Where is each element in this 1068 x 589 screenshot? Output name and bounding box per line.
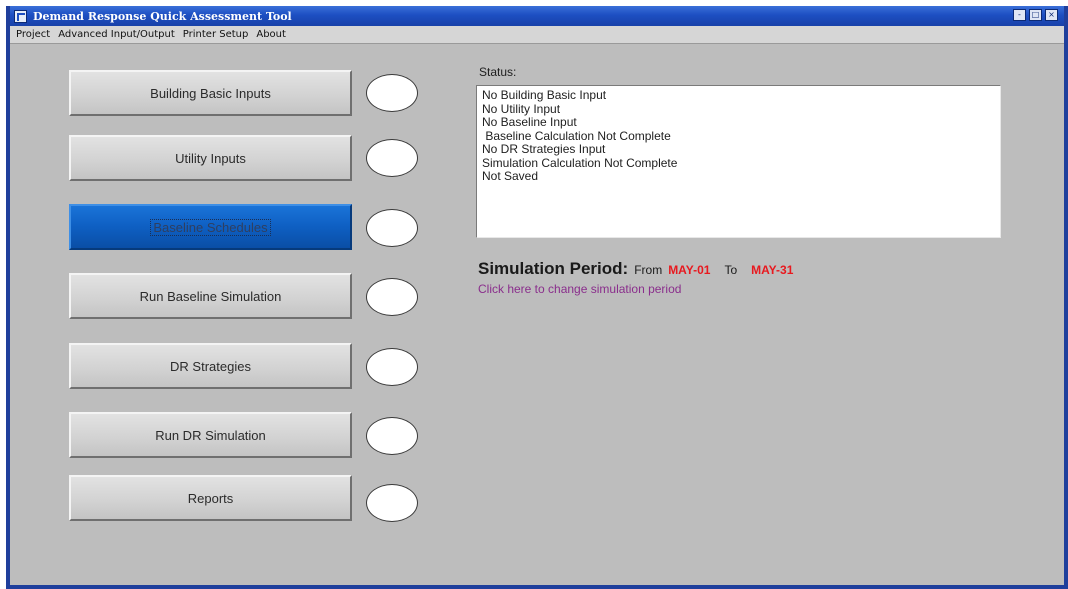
run-dr-simulation-label: Run DR Simulation — [155, 427, 266, 443]
main-window: Demand Response Quick Assessment Tool - … — [6, 6, 1068, 589]
baseline-schedules-status-indicator — [366, 209, 418, 247]
building-basic-inputs-label: Building Basic Inputs — [150, 85, 271, 101]
menu-printer-setup[interactable]: Printer Setup — [183, 29, 249, 40]
window-title: Demand Response Quick Assessment Tool — [33, 9, 292, 23]
menu-advanced-input-output[interactable]: Advanced Input/Output — [58, 29, 175, 40]
status-label: Status: — [479, 65, 517, 79]
run-dr-simulation-status-indicator — [366, 417, 418, 455]
simulation-from-date: MAY-01 — [668, 263, 711, 277]
status-line: Simulation Calculation Not Complete — [482, 155, 678, 170]
dr-strategies-status-indicator — [366, 348, 418, 386]
minimize-button[interactable]: - — [1013, 9, 1026, 21]
status-list[interactable]: No Building Basic Input No Utility Input… — [476, 85, 1001, 238]
run-baseline-simulation-status-indicator — [366, 278, 418, 316]
run-dr-simulation-button[interactable]: Run DR Simulation — [69, 412, 352, 458]
maximize-button[interactable]: □ — [1029, 9, 1042, 21]
status-line: No Utility Input — [482, 101, 561, 116]
window-controls: - □ × — [1013, 9, 1058, 21]
menu-about[interactable]: About — [256, 29, 286, 40]
simulation-from-label: From — [634, 263, 663, 277]
simulation-to-label: To — [724, 263, 738, 277]
utility-inputs-button[interactable]: Utility Inputs — [69, 135, 352, 181]
run-baseline-simulation-label: Run Baseline Simulation — [139, 288, 282, 304]
building-basic-inputs-status-indicator — [366, 74, 418, 112]
status-line: No DR Strategies Input — [482, 142, 606, 156]
dr-strategies-button[interactable]: DR Strategies — [69, 343, 352, 389]
reports-label: Reports — [187, 490, 234, 506]
simulation-period: Simulation Period: From MAY-01 To MAY-31 — [478, 259, 793, 279]
close-button[interactable]: × — [1045, 9, 1058, 21]
change-simulation-period-link[interactable]: Click here to change simulation period — [478, 282, 681, 296]
run-baseline-simulation-button[interactable]: Run Baseline Simulation — [69, 273, 352, 319]
reports-button[interactable]: Reports — [69, 475, 352, 521]
menu-bar: Project Advanced Input/Output Printer Se… — [10, 26, 1064, 44]
baseline-schedules-label: Baseline Schedules — [150, 218, 271, 236]
app-icon[interactable] — [14, 9, 27, 23]
simulation-to-date: MAY-31 — [751, 263, 794, 277]
utility-inputs-status-indicator — [366, 139, 418, 177]
status-line: Baseline Calculation Not Complete — [482, 128, 671, 143]
title-bar[interactable]: Demand Response Quick Assessment Tool - … — [10, 6, 1064, 26]
status-line: Not Saved — [482, 169, 539, 183]
status-line: No Building Basic Input — [482, 88, 607, 102]
dr-strategies-label: DR Strategies — [170, 358, 251, 374]
utility-inputs-label: Utility Inputs — [175, 150, 246, 166]
simulation-period-title: Simulation Period: — [478, 259, 629, 278]
building-basic-inputs-button[interactable]: Building Basic Inputs — [69, 70, 352, 116]
status-line: No Baseline Input — [482, 115, 577, 129]
baseline-schedules-button[interactable]: Baseline Schedules — [69, 204, 352, 250]
menu-project[interactable]: Project — [16, 29, 50, 40]
reports-status-indicator — [366, 484, 418, 522]
